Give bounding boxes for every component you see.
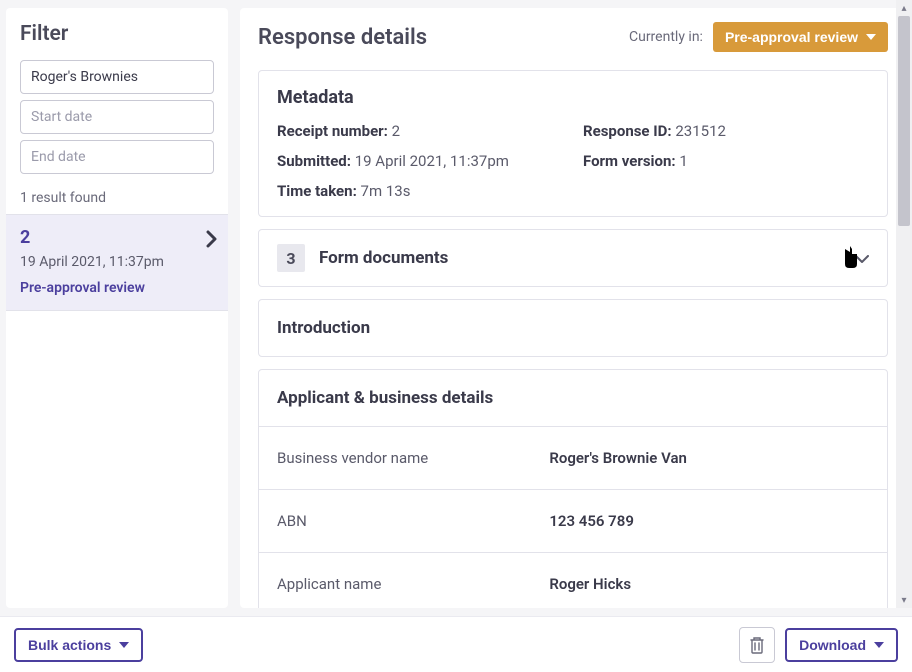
start-date-input[interactable]	[20, 100, 214, 134]
search-input[interactable]	[20, 60, 214, 94]
detail-value: 123 456 789	[549, 512, 634, 530]
detail-value: Roger's Brownie Van	[549, 449, 687, 467]
metadata-panel: Metadata Receipt number: 2 Response ID: …	[258, 70, 888, 217]
form-documents-label: Form documents	[319, 248, 448, 268]
scroll-up-icon[interactable]: ▴	[896, 0, 912, 16]
table-row: Business vendor name Roger's Brownie Van	[259, 427, 887, 490]
form-documents-panel[interactable]: 3 Form documents	[258, 229, 888, 287]
chevron-right-icon	[206, 229, 218, 253]
result-id: 2	[20, 227, 214, 248]
detail-label: ABN	[277, 512, 549, 530]
detail-label: Business vendor name	[277, 449, 549, 467]
download-button[interactable]: Download	[785, 628, 898, 662]
bottom-toolbar: Bulk actions Download	[0, 616, 912, 672]
result-date: 19 April 2021, 11:37pm	[20, 254, 214, 270]
scrollbar[interactable]: ▴ ▾	[896, 0, 912, 608]
trash-icon	[749, 636, 765, 654]
time-taken: Time taken: 7m 13s	[277, 182, 869, 200]
metadata-heading: Metadata	[277, 87, 869, 108]
form-version: Form version: 1	[583, 152, 869, 170]
caret-down-icon	[866, 34, 876, 40]
status-dropdown[interactable]: Pre-approval review	[713, 22, 888, 52]
end-date-input[interactable]	[20, 140, 214, 174]
submitted: Submitted: 19 April 2021, 11:37pm	[277, 152, 563, 170]
scroll-down-icon[interactable]: ▾	[896, 592, 912, 608]
table-row: Applicant name Roger Hicks	[259, 553, 887, 608]
bulk-actions-button[interactable]: Bulk actions	[14, 628, 143, 662]
chevron-down-icon	[855, 249, 869, 268]
download-label: Download	[799, 637, 866, 653]
currently-in-label: Currently in:	[629, 29, 703, 45]
delete-button[interactable]	[739, 627, 775, 663]
results-count: 1 result found	[6, 190, 228, 214]
applicant-details-heading: Applicant & business details	[259, 370, 887, 427]
filter-title: Filter	[20, 22, 214, 46]
receipt-number: Receipt number: 2	[277, 122, 563, 140]
detail-label: Applicant name	[277, 575, 549, 593]
status-dropdown-label: Pre-approval review	[725, 29, 858, 45]
caret-down-icon	[874, 642, 884, 648]
introduction-section[interactable]: Introduction	[258, 299, 888, 357]
doc-count-badge: 3	[277, 244, 305, 272]
filter-sidebar: Filter 1 result found 2 19 April 2021, 1…	[6, 8, 228, 608]
table-row: ABN 123 456 789	[259, 490, 887, 553]
detail-value: Roger Hicks	[549, 575, 631, 593]
page-title: Response details	[258, 25, 427, 50]
applicant-details-block: Applicant & business details Business ve…	[258, 369, 888, 608]
scroll-thumb[interactable]	[898, 16, 910, 226]
response-id: Response ID: 231512	[583, 122, 869, 140]
result-item[interactable]: 2 19 April 2021, 11:37pm Pre-approval re…	[6, 214, 228, 311]
result-status: Pre-approval review	[20, 280, 214, 296]
response-details-panel: Response details Currently in: Pre-appro…	[240, 8, 906, 608]
caret-down-icon	[119, 642, 129, 648]
bulk-actions-label: Bulk actions	[28, 637, 111, 653]
